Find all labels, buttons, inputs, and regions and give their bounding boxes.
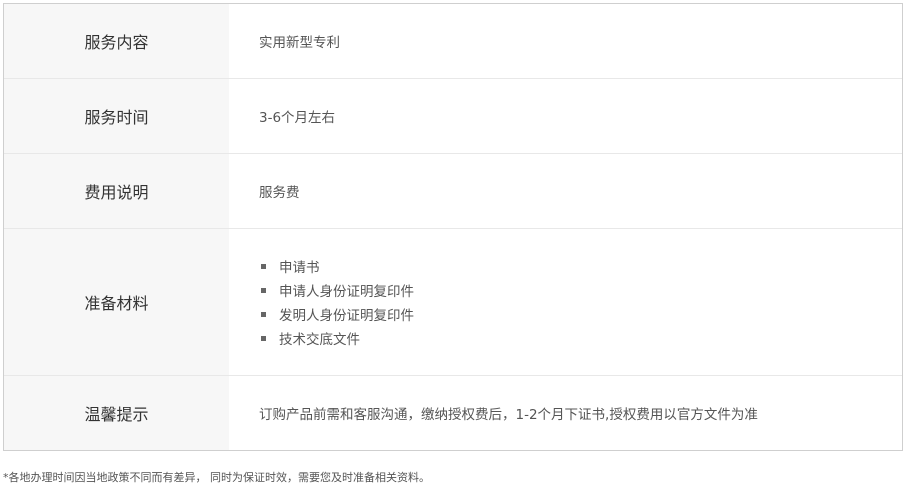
materials-list: 申请书 申请人身份证明复印件 发明人身份证明复印件 技术交底文件 [259, 254, 414, 350]
row-label: 费用说明 [4, 154, 229, 228]
row-required-materials: 准备材料 申请书 申请人身份证明复印件 发明人身份证明复印件 技术交底文件 [4, 229, 902, 376]
list-item-text: 技术交底文件 [279, 332, 360, 348]
list-item-text: 申请人身份证明复印件 [279, 284, 414, 300]
list-item-text: 发明人身份证明复印件 [279, 308, 414, 324]
row-reminder: 温馨提示 订购产品前需和客服沟通，缴纳授权费后，1-2个月下证书,授权费用以官方… [4, 376, 902, 450]
row-service-content: 服务内容 实用新型专利 [4, 4, 902, 79]
row-label: 服务内容 [4, 4, 229, 78]
list-item: 技术交底文件 [259, 326, 414, 350]
service-info-table: 服务内容 实用新型专利 服务时间 3-6个月左右 费用说明 服务费 准备材料 申… [3, 3, 903, 451]
row-label: 温馨提示 [4, 376, 229, 450]
square-bullet-icon [261, 335, 266, 341]
row-label: 服务时间 [4, 79, 229, 153]
square-bullet-icon [261, 311, 266, 317]
row-value: 实用新型专利 [259, 35, 340, 51]
row-label: 准备材料 [4, 229, 229, 375]
square-bullet-icon [261, 287, 266, 293]
row-value: 服务费 [259, 185, 300, 201]
row-value: 申请书 申请人身份证明复印件 发明人身份证明复印件 技术交底文件 [229, 229, 902, 375]
list-item: 申请书 [259, 254, 414, 278]
square-bullet-icon [261, 263, 266, 269]
row-value: 订购产品前需和客服沟通，缴纳授权费后，1-2个月下证书,授权费用以官方文件为准 [259, 407, 758, 423]
list-item: 申请人身份证明复印件 [259, 278, 414, 302]
row-service-time: 服务时间 3-6个月左右 [4, 79, 902, 154]
row-value: 3-6个月左右 [259, 110, 336, 126]
list-item: 发明人身份证明复印件 [259, 302, 414, 326]
list-item-text: 申请书 [279, 260, 320, 276]
footnote: *各地办理时间因当地政策不同而有差异， 同时为保证时效，需要您及时准备相关资料。 [3, 471, 430, 484]
row-fee-description: 费用说明 服务费 [4, 154, 902, 229]
